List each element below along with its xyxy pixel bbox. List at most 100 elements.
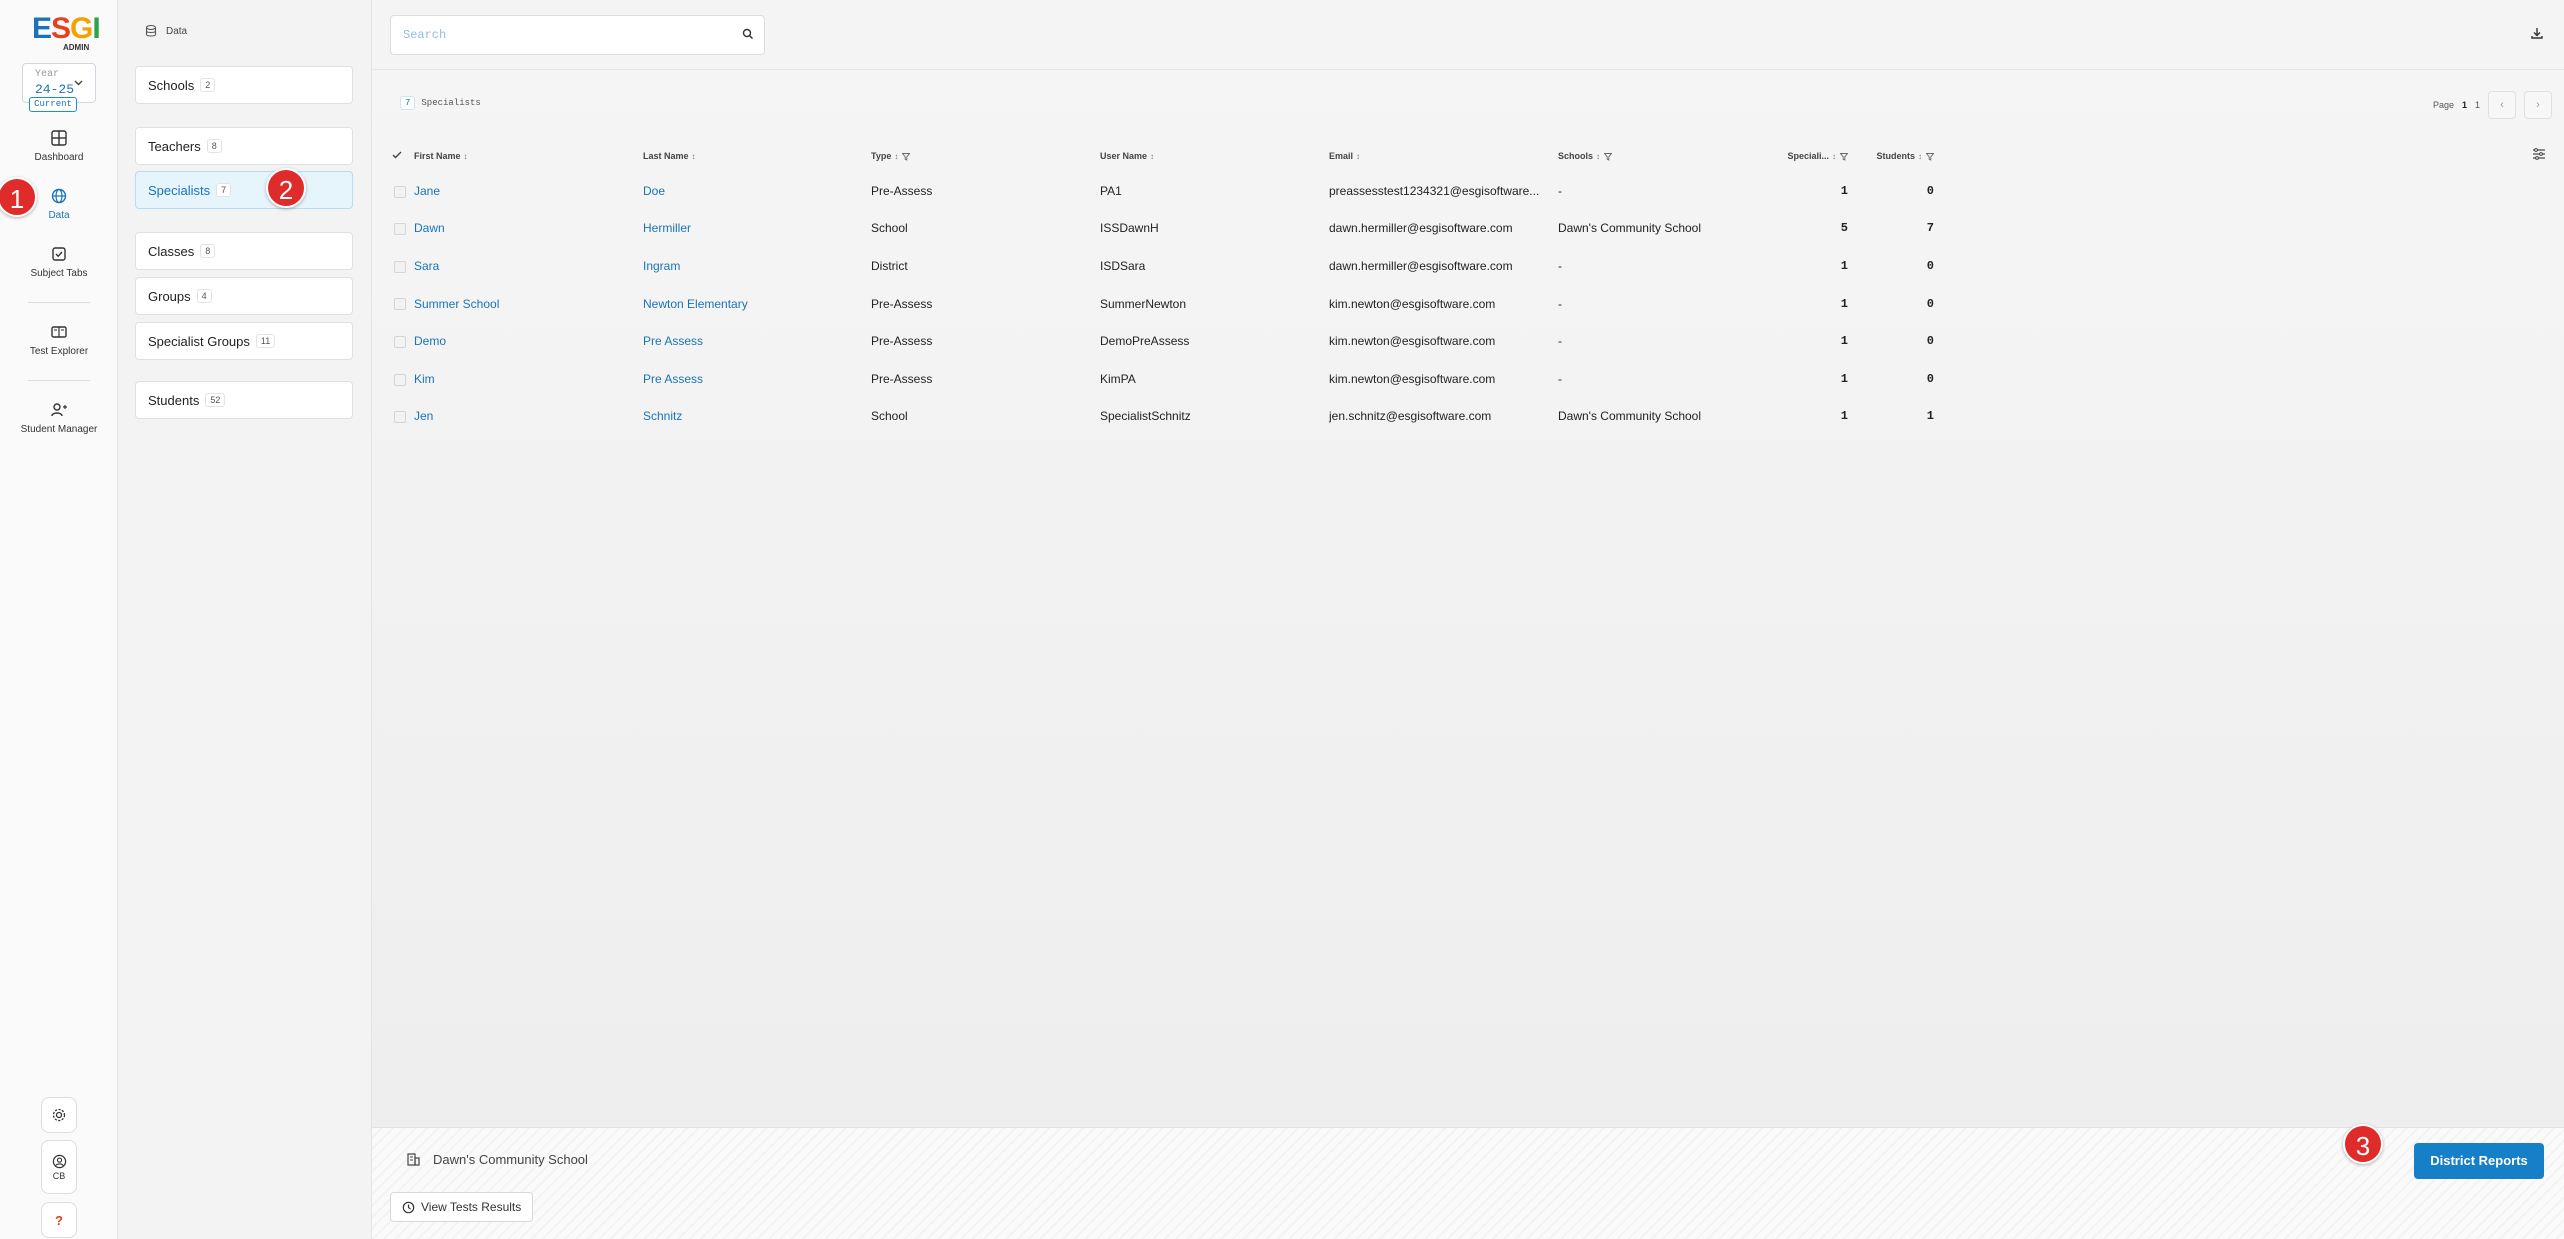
type-cell: School	[871, 221, 908, 236]
nav-item-test-explorer[interactable]: Test Explorer	[0, 322, 118, 374]
first-name-link[interactable]: Summer School	[414, 285, 643, 323]
username-cell: SummerNewton	[1100, 296, 1187, 311]
schools-cell: -	[1558, 258, 1562, 273]
last-name-link[interactable]: Doe	[643, 172, 871, 210]
row-checkbox[interactable]	[394, 260, 406, 273]
category-count: 11	[255, 334, 276, 348]
nav-item-dashboard[interactable]: Dashboard	[0, 128, 118, 180]
year-label: Year	[35, 69, 60, 80]
students-cell: 0	[1926, 183, 1934, 198]
first-name-link[interactable]: Sara	[414, 247, 643, 285]
column-settings-icon[interactable]	[2532, 148, 2546, 160]
column-header-first-name[interactable]: First Name ↕	[414, 140, 643, 172]
table-row[interactable]: Dawn Hermiller School ISSDawnH dawn.herm…	[392, 210, 1934, 248]
view-tests-label: View Tests Results	[421, 1200, 522, 1214]
table-row[interactable]: Demo Pre Assess Pre-Assess DemoPreAssess…	[392, 322, 1934, 360]
sort-icon[interactable]: ↕	[894, 152, 898, 161]
sort-icon[interactable]: ↕	[1150, 152, 1154, 161]
sort-icon[interactable]: ↕	[692, 152, 696, 161]
chevron-down-icon	[74, 78, 83, 89]
table-row[interactable]: Summer School Newton Elementary Pre-Asse…	[392, 285, 1934, 323]
settings-button[interactable]	[41, 1097, 77, 1133]
type-cell: Pre-Assess	[871, 296, 933, 311]
sort-icon[interactable]: ↕	[1832, 152, 1836, 161]
row-checkbox[interactable]	[394, 298, 406, 311]
table-row[interactable]: Kim Pre Assess Pre-Assess KimPA kim.newt…	[392, 360, 1934, 398]
next-page-button[interactable]: ›	[2524, 91, 2552, 119]
category-students[interactable]: Students 52	[135, 381, 353, 419]
column-header-students[interactable]: Students ↕	[1848, 140, 1935, 172]
search-icon[interactable]	[742, 28, 754, 40]
first-name-link[interactable]: Jane	[414, 172, 643, 210]
sort-icon[interactable]: ↕	[1596, 152, 1600, 161]
category-count: 2	[200, 78, 216, 92]
column-header-type[interactable]: Type ↕	[871, 140, 1100, 172]
row-checkbox[interactable]	[394, 223, 406, 236]
filter-icon[interactable]	[1603, 152, 1613, 161]
username-cell: SpecialistSchnitz	[1100, 409, 1191, 424]
username-cell: DemoPreAssess	[1100, 334, 1190, 349]
category-label: Students	[148, 392, 200, 408]
first-name-link[interactable]: Demo	[414, 322, 643, 360]
last-name-link[interactable]: Hermiller	[643, 210, 871, 248]
search-input[interactable]	[403, 25, 723, 45]
schools-cell: -	[1558, 183, 1562, 198]
esgi-logo[interactable]: ESGI ADMIN	[30, 10, 101, 52]
last-name-link[interactable]: Pre Assess	[643, 360, 871, 398]
category-teachers[interactable]: Teachers 8	[135, 127, 353, 165]
data-panel: Data Schools 2 Teachers 8 Specialists 7 …	[118, 0, 372, 1239]
nav-divider	[28, 302, 90, 303]
last-name-link[interactable]: Newton Elementary	[643, 285, 871, 323]
category-specialist-groups[interactable]: Specialist Groups 11	[135, 322, 353, 360]
user-profile-button[interactable]: CB	[41, 1140, 77, 1194]
sort-icon[interactable]: ↕	[1356, 152, 1360, 161]
category-count: 52	[205, 393, 226, 407]
first-name-link[interactable]: Dawn	[414, 210, 643, 248]
column-header-email[interactable]: Email ↕	[1329, 140, 1558, 172]
download-icon[interactable]	[2530, 26, 2544, 40]
row-checkbox[interactable]	[394, 373, 406, 386]
column-header-specialist-groups[interactable]: Speciali... ↕	[1778, 140, 1849, 172]
last-name-link[interactable]: Schnitz	[643, 398, 871, 436]
row-checkbox[interactable]	[394, 411, 406, 424]
category-specialists[interactable]: Specialists 7	[135, 171, 353, 209]
nav-label-test-explorer: Test Explorer	[29, 346, 89, 357]
category-schools[interactable]: Schools 2	[135, 66, 353, 104]
column-header-schools[interactable]: Schools ↕	[1558, 140, 1778, 172]
select-all-icon[interactable]	[392, 151, 402, 159]
prev-page-button[interactable]: ‹	[2488, 91, 2516, 119]
category-label: Groups	[148, 288, 191, 304]
student-manager-icon	[51, 403, 67, 417]
row-checkbox[interactable]	[394, 336, 406, 348]
page-current: 1	[2461, 100, 2467, 110]
last-name-link[interactable]: Pre Assess	[643, 322, 871, 360]
sort-icon[interactable]: ↕	[464, 152, 468, 161]
filter-icon[interactable]	[1925, 152, 1935, 161]
nav-item-student-manager[interactable]: Student Manager	[0, 400, 118, 452]
select-all-cell[interactable]	[392, 140, 414, 172]
column-header-user-name[interactable]: User Name ↕	[1100, 140, 1329, 172]
column-header-last-name[interactable]: Last Name ↕	[643, 140, 871, 172]
type-cell: School	[871, 409, 908, 424]
first-name-link[interactable]: Jen	[414, 398, 643, 436]
district-reports-button[interactable]: District Reports	[2414, 1143, 2544, 1179]
view-tests-results-button[interactable]: View Tests Results	[390, 1192, 534, 1222]
column-label: Type	[871, 151, 892, 161]
filter-icon[interactable]	[901, 152, 911, 161]
help-button[interactable]: ?	[41, 1202, 77, 1238]
filter-icon[interactable]	[1839, 152, 1849, 161]
first-name-link[interactable]: Kim	[414, 360, 643, 398]
category-count: 4	[196, 289, 212, 303]
row-checkbox[interactable]	[394, 185, 406, 198]
students-cell: 0	[1926, 258, 1934, 273]
category-classes[interactable]: Classes 8	[135, 232, 353, 270]
nav-item-subject-tabs[interactable]: Subject Tabs	[0, 244, 118, 296]
category-groups[interactable]: Groups 4	[135, 277, 353, 315]
table-row[interactable]: Jen Schnitz School SpecialistSchnitz jen…	[392, 398, 1934, 436]
search-box[interactable]	[390, 15, 765, 55]
specialist-groups-cell: 1	[1840, 183, 1848, 198]
sort-icon[interactable]: ↕	[1918, 152, 1922, 161]
table-row[interactable]: Sara Ingram District ISDSara dawn.hermil…	[392, 247, 1934, 285]
table-row[interactable]: Jane Doe Pre-Assess PA1 preassesstest123…	[392, 172, 1934, 210]
last-name-link[interactable]: Ingram	[643, 247, 871, 285]
